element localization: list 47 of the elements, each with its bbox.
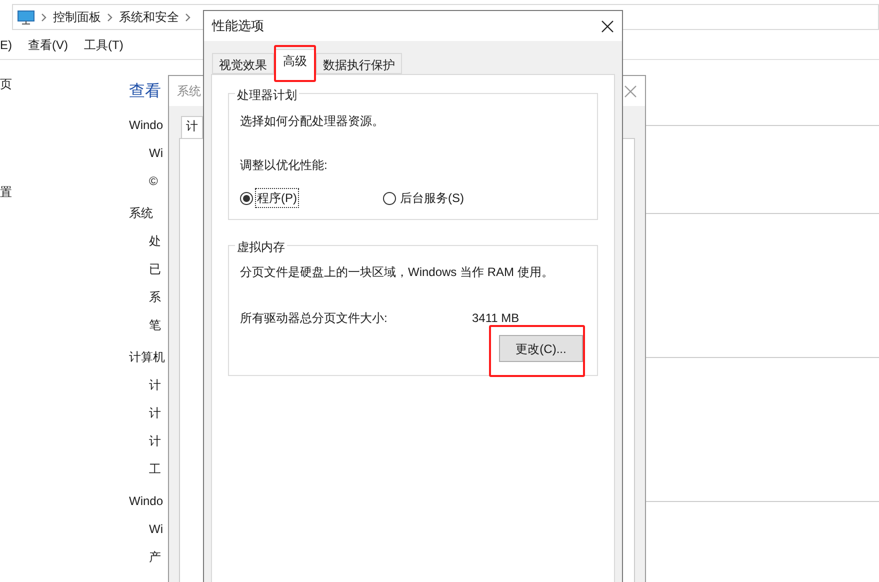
section-title: Windo <box>129 493 164 510</box>
tab[interactable]: 计 <box>181 116 203 138</box>
property-label: © <box>149 173 159 190</box>
property-label: 计 <box>149 433 162 450</box>
tab[interactable]: 数据执行保护 <box>316 53 402 74</box>
monitor-icon <box>17 10 35 24</box>
tab[interactable]: 高级 <box>274 49 316 75</box>
window-title: 性能选项 <box>212 17 264 36</box>
section-title: Windo <box>129 117 164 134</box>
property-label: Wi <box>149 521 164 538</box>
breadcrumb-item[interactable]: 控制面板 <box>53 8 101 26</box>
page-heading: 查看 <box>129 82 161 102</box>
section-title: 系统 <box>129 205 154 222</box>
description-text: 选择如何分配处理器资源。 <box>240 113 385 130</box>
size-value: 3411 MB <box>472 310 520 327</box>
property-label: 计 <box>149 377 162 394</box>
menu-item[interactable]: E) <box>0 36 12 54</box>
close-icon[interactable] <box>601 20 614 32</box>
radio-button[interactable] <box>383 192 396 204</box>
radio-label[interactable]: 后台服务(S) <box>398 188 466 208</box>
chevron-icon <box>41 12 47 22</box>
property-label: 计 <box>149 405 162 422</box>
nav-link[interactable]: 页 <box>0 75 129 93</box>
property-label: Wi <box>149 145 164 162</box>
property-label: 工 <box>149 461 162 478</box>
property-label: 产 <box>149 549 162 566</box>
menu-item[interactable]: 查看(V) <box>28 36 68 54</box>
field-label: 所有驱动器总分页文件大小: <box>240 310 388 327</box>
radio-label[interactable]: 程序(P) <box>255 188 299 208</box>
window-title: 系统 <box>177 83 201 100</box>
property-label: 笔 <box>149 317 162 334</box>
property-label: 系 <box>149 289 162 306</box>
chevron-icon <box>107 12 113 22</box>
menu-item[interactable]: 工具(T) <box>84 36 124 54</box>
chevron-icon <box>185 12 191 22</box>
property-label: 已 <box>149 261 162 278</box>
breadcrumb-item[interactable]: 系统和安全 <box>119 8 179 26</box>
group-title: 处理器计划 <box>235 86 299 104</box>
change-button[interactable]: 更改(C)... <box>499 335 583 362</box>
tab[interactable]: 视觉效果 <box>212 53 274 74</box>
section-title: 计算机 <box>129 349 166 366</box>
description-text: 分页文件是硬盘上的一块区域，Windows 当作 RAM 使用。 <box>240 264 554 281</box>
nav-link[interactable]: 置 <box>0 183 129 201</box>
radio-button[interactable] <box>240 192 253 204</box>
group-title: 虚拟内存 <box>235 238 287 256</box>
field-label: 调整以优化性能: <box>240 157 328 174</box>
property-label: 处 <box>149 233 162 250</box>
